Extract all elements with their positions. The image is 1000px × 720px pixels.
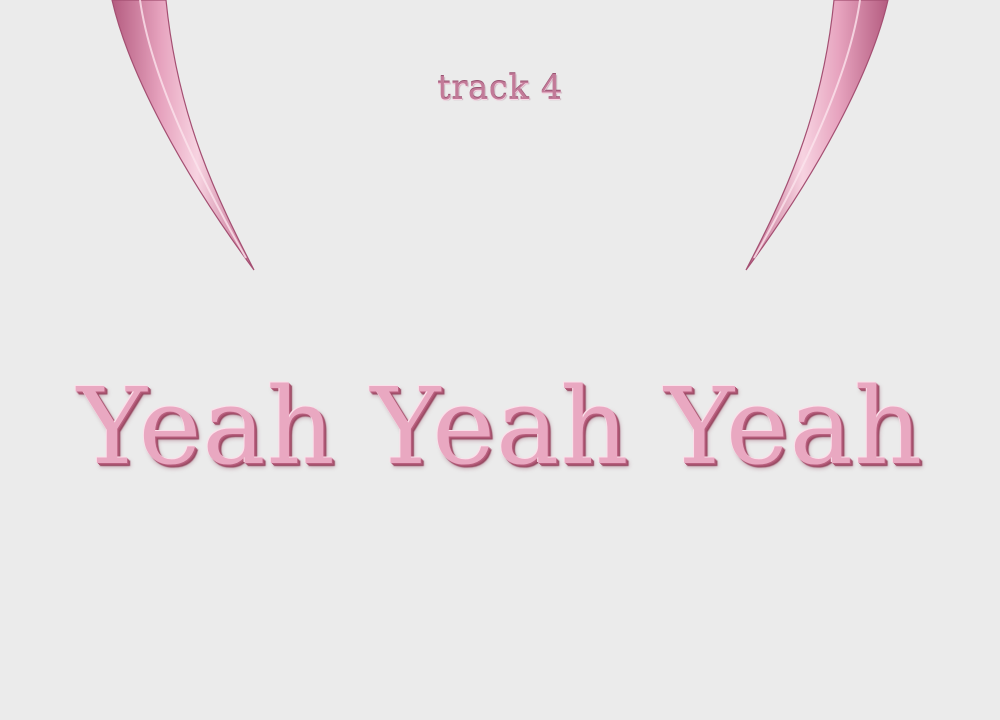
horns-decoration [111, 0, 889, 271]
song-title: Yeah Yeah Yeah [76, 365, 924, 488]
album-track-card: track 4 Yeah Yeah Yeah [0, 0, 1000, 720]
horn-icon [111, 0, 255, 271]
track-number-label: track 4 [437, 68, 563, 108]
horn-icon [745, 0, 889, 271]
